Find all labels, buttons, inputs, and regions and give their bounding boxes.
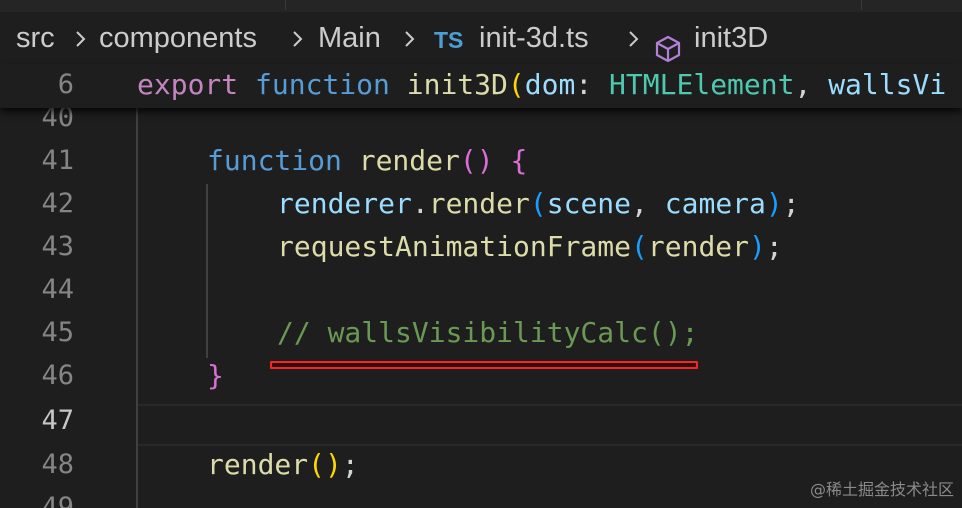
token-arg: render (647, 230, 750, 263)
code-row[interactable]: 43 requestAnimationFrame(render); (0, 228, 962, 271)
code-row[interactable]: 45 // wallsVisibilityCalc(); (0, 314, 962, 357)
token-paren: ( (459, 144, 477, 177)
token-identifier: renderer (277, 187, 412, 220)
line-number: 48 (41, 449, 74, 480)
line-number: 42 (41, 188, 74, 219)
line-number: 41 (41, 145, 74, 176)
token-function: function (255, 68, 390, 101)
code-row[interactable]: 44 (0, 271, 962, 314)
token-param: wallsVi (828, 68, 947, 101)
code-text: function render() { (207, 144, 527, 177)
token-func-name: init3D (406, 68, 508, 101)
token-paren: ) (765, 187, 783, 220)
token-brace: { (510, 144, 528, 177)
breadcrumb-item-main[interactable]: Main (318, 20, 381, 56)
code-row[interactable]: 42 renderer.render(scene, camera); (0, 185, 962, 228)
token-func-name: render (358, 144, 460, 177)
code-row[interactable]: 41 function render() { (0, 142, 962, 185)
symbol-method-cube-icon (655, 35, 681, 63)
code-row[interactable]: 40 (0, 108, 962, 142)
code-text: requestAnimationFrame(render); (277, 230, 783, 263)
tab-edge (285, 0, 862, 10)
token-arg: camera (664, 187, 766, 220)
annotation-underline (270, 361, 698, 369)
token-comma: , (794, 68, 812, 101)
line-number: 45 (41, 317, 74, 348)
sticky-scroll-line[interactable]: 6 export function init3D(dom: HTMLElemen… (0, 64, 962, 108)
chevron-right-icon (293, 31, 303, 47)
breadcrumb-item-symbol[interactable]: init3D (694, 20, 768, 56)
token-paren: ( (507, 68, 525, 101)
token-func-call: render (207, 448, 309, 481)
token-paren: ) (325, 448, 342, 481)
token-paren: ( (529, 187, 547, 220)
token-paren: ) (749, 230, 766, 263)
token-comma: , (631, 187, 648, 220)
token-colon: : (575, 68, 593, 101)
token-dot: . (411, 187, 429, 220)
token-function: function (207, 144, 342, 177)
line-number: 44 (41, 274, 74, 305)
token-semicolon: ; (782, 187, 800, 220)
code-row-active[interactable]: 47 (0, 402, 962, 445)
line-number-active: 47 (41, 405, 74, 436)
token-paren: ( (631, 230, 648, 263)
code-editor[interactable]: 40 41 function render() { 42 renderer.re… (0, 108, 962, 508)
token-paren: ( (308, 448, 326, 481)
token-arg: scene (546, 187, 632, 220)
token-semicolon: ; (341, 448, 359, 481)
typescript-file-icon: TS (434, 27, 464, 53)
chevron-right-icon (405, 31, 415, 47)
breadcrumb-item-file[interactable]: init-3d.ts (479, 20, 589, 56)
line-number: 6 (57, 69, 74, 100)
token-brace: } (207, 359, 224, 392)
breadcrumb-item-components[interactable]: components (99, 20, 257, 56)
sticky-code: export function init3D(dom: HTMLElement,… (137, 68, 946, 101)
token-type: HTMLElement (609, 68, 795, 101)
tab-strip (0, 0, 962, 12)
line-number: 40 (41, 108, 74, 133)
code-comment: // wallsVisibilityCalc(); (277, 316, 699, 349)
token-method: render (428, 187, 530, 220)
token-param: dom (524, 68, 576, 101)
code-text: renderer.render(scene, camera); (277, 187, 800, 220)
watermark: @稀土掘金技术社区 (809, 480, 954, 499)
code-text: render(); (207, 448, 359, 481)
chevron-right-icon (629, 31, 639, 47)
chevron-right-icon (76, 31, 86, 47)
token-semicolon: ; (765, 230, 783, 263)
line-number: 43 (41, 231, 74, 262)
line-number: 49 (41, 492, 74, 508)
token-export: export (137, 68, 239, 101)
token-paren: ) (476, 144, 494, 177)
line-number: 46 (41, 360, 74, 391)
token-func-call: requestAnimationFrame (277, 230, 632, 263)
breadcrumb: src components Main TS init-3d.ts init3D (0, 12, 962, 64)
breadcrumb-item-src[interactable]: src (16, 20, 55, 56)
